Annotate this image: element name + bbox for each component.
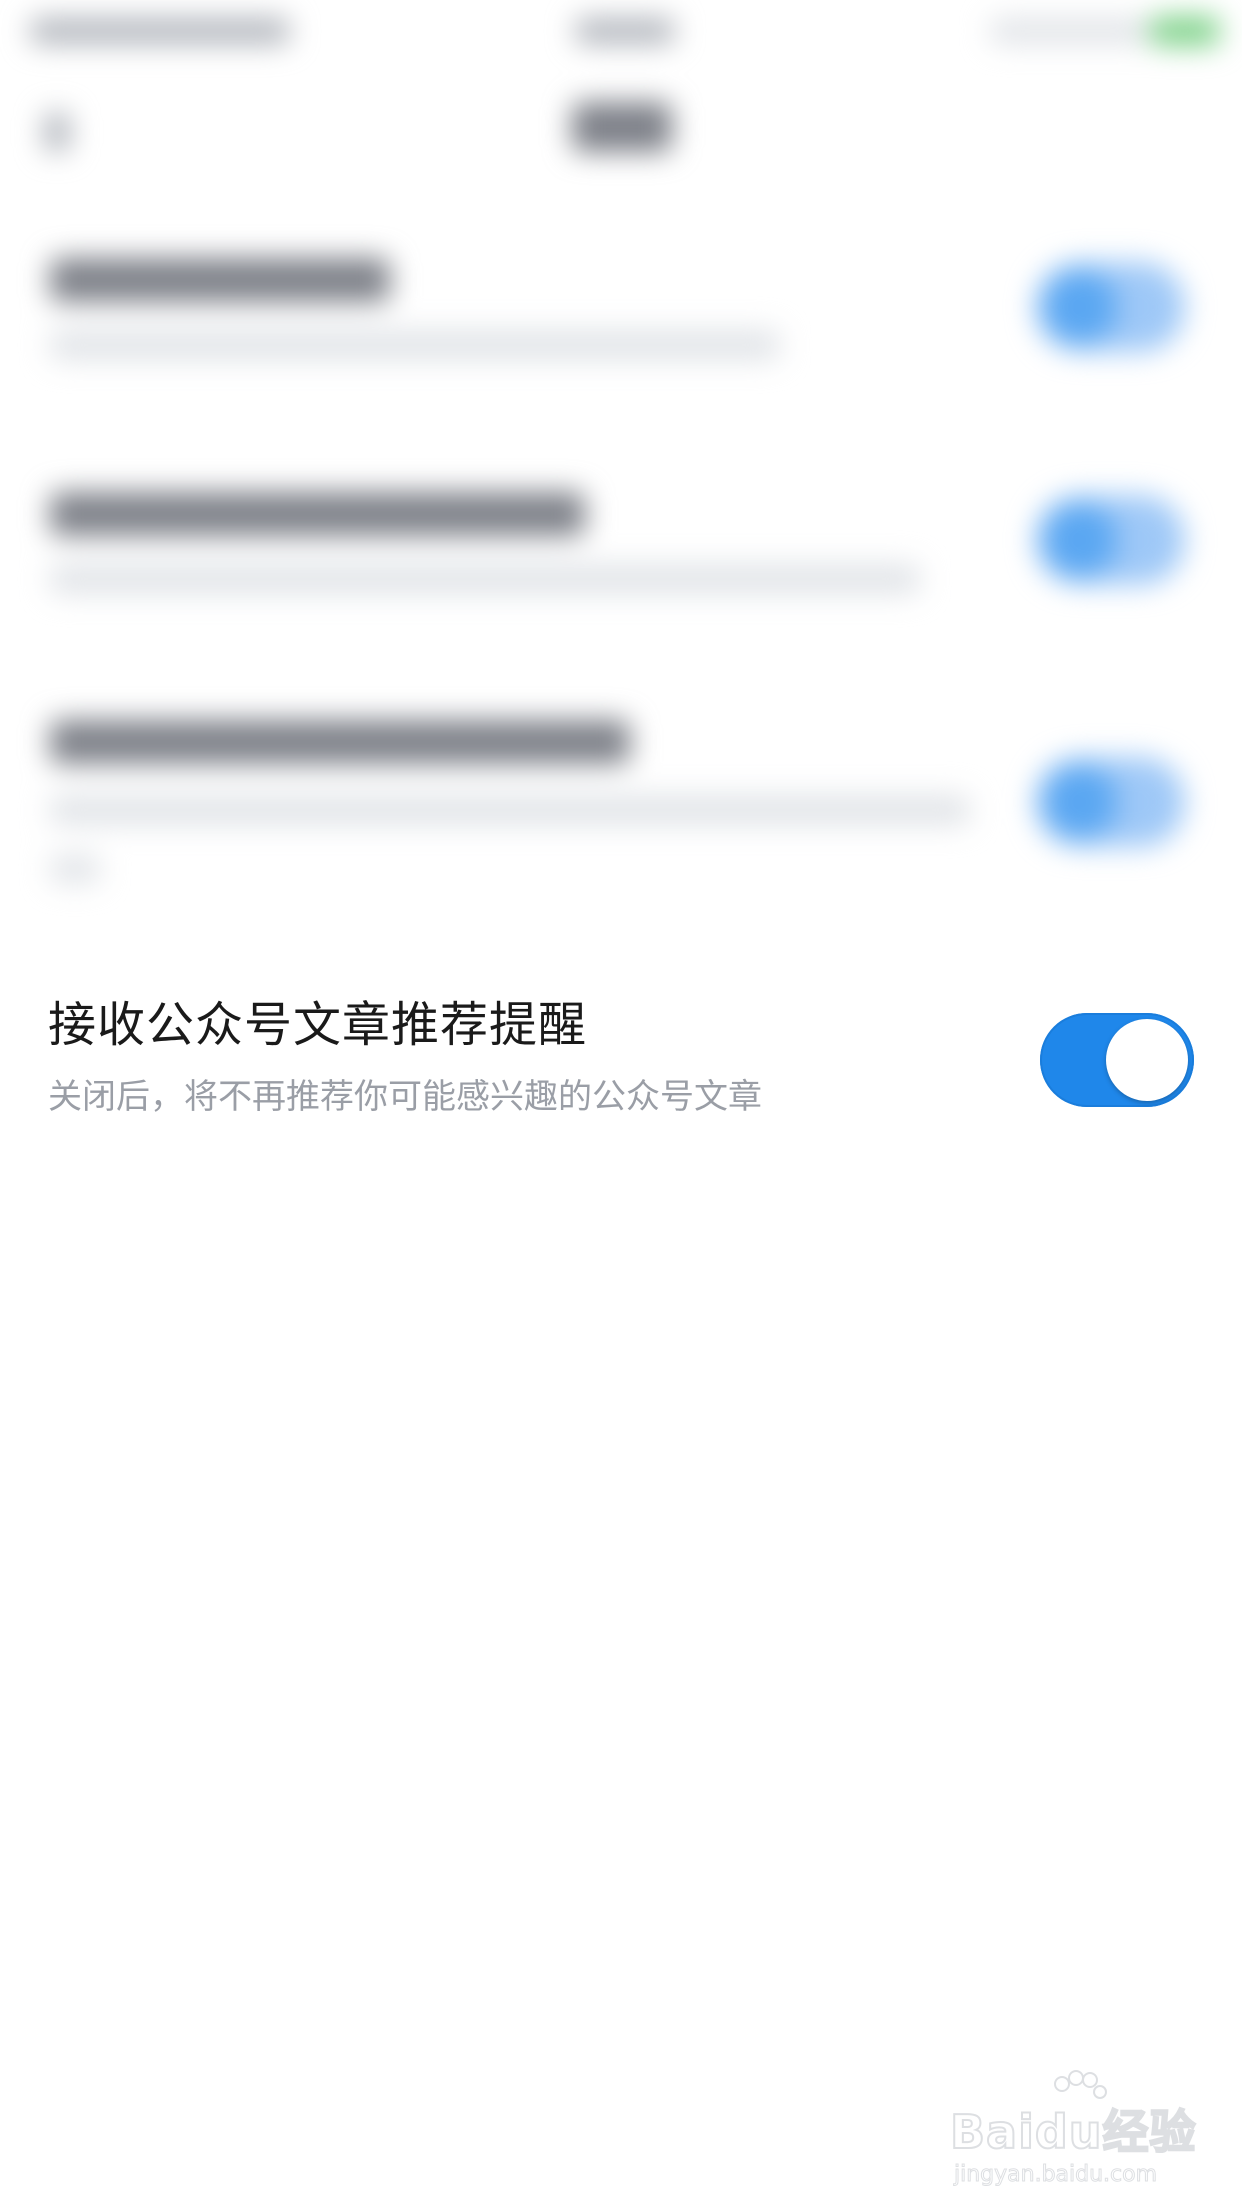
blurred-row3-title xyxy=(50,720,630,764)
blurred-row1-desc xyxy=(50,330,780,360)
blurred-row3-toggle xyxy=(1035,757,1185,847)
blurred-row3-desc-line2 xyxy=(50,855,100,883)
blurred-battery-icon xyxy=(1150,16,1220,46)
blurred-nav-title xyxy=(572,102,672,152)
blurred-row1-title xyxy=(50,258,390,302)
setting-description: 关闭后，将不再推荐你可能感兴趣的公众号文章 xyxy=(48,1077,762,1117)
settings-screen: 接收公众号文章推荐提醒 关闭后，将不再推荐你可能感兴趣的公众号文章 Baidu经… xyxy=(0,0,1242,2208)
blurred-status-time xyxy=(575,18,675,44)
setting-title: 接收公众号文章推荐提醒 xyxy=(48,997,588,1053)
baidu-jingyan-watermark: Baidu经验 jingyan.baidu.com xyxy=(949,2070,1197,2190)
blurred-row2-toggle xyxy=(1035,495,1185,585)
setting-row-article-recommendation: 接收公众号文章推荐提醒 关闭后，将不再推荐你可能感兴趣的公众号文章 xyxy=(0,975,1242,1155)
blurred-status-right xyxy=(990,18,1150,44)
blurred-row2-desc xyxy=(50,564,920,594)
watermark-main-text: Baidu经验 xyxy=(949,2104,1197,2160)
blurred-row1-toggle xyxy=(1035,262,1185,352)
blurred-row3-desc xyxy=(50,795,970,825)
blurred-status-left xyxy=(30,18,290,44)
toggle-knob xyxy=(1106,1019,1188,1101)
recommendation-toggle-switch[interactable] xyxy=(1040,1013,1194,1107)
watermark-url: jingyan.baidu.com xyxy=(953,2162,1158,2188)
blurred-back-icon xyxy=(44,112,70,152)
blurred-row2-title xyxy=(50,492,585,536)
blurred-content xyxy=(0,0,1242,920)
